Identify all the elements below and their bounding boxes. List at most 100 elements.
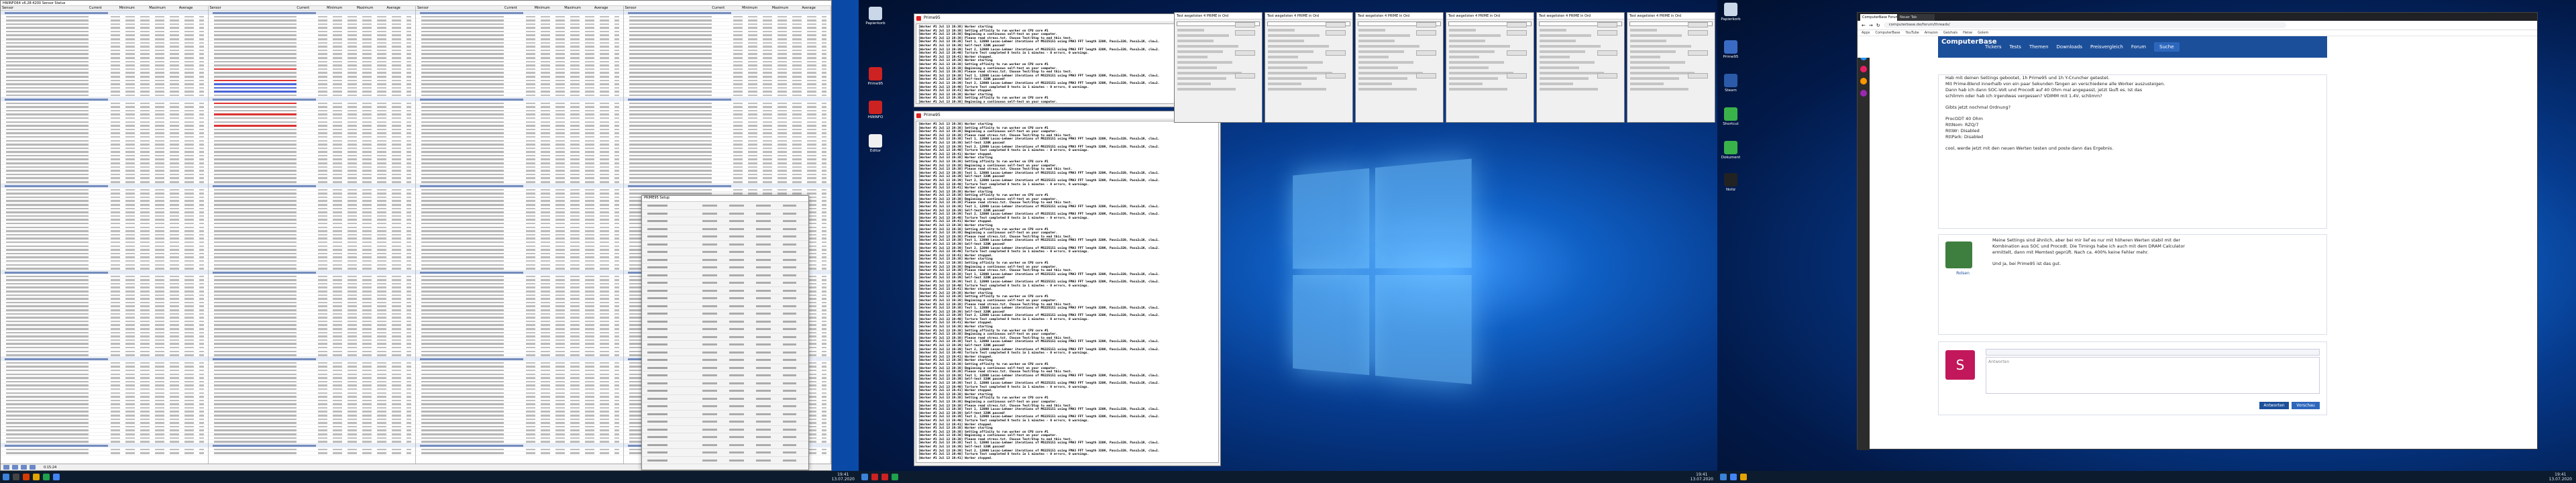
nav-themen[interactable]: Themen <box>2029 44 2049 50</box>
setup-row[interactable] <box>642 402 808 411</box>
bookmark-item[interactable]: Heise <box>1963 31 1972 35</box>
option-button[interactable] <box>1235 22 1255 28</box>
post-author[interactable]: Rolsen <box>1943 271 1983 276</box>
prime95-icon[interactable] <box>881 474 888 480</box>
setup-row[interactable] <box>642 411 808 419</box>
option-button[interactable] <box>1688 22 1708 28</box>
setup-row[interactable] <box>642 256 808 264</box>
option-button[interactable] <box>1507 30 1527 36</box>
option-button[interactable] <box>1597 73 1617 78</box>
reload-icon[interactable]: ↻ <box>1876 23 1880 28</box>
start-icon[interactable] <box>861 474 868 480</box>
desktop-icon[interactable]: Papierkorb <box>1717 3 1744 21</box>
column-header[interactable]: Current <box>503 6 533 10</box>
setup-row[interactable] <box>642 380 808 388</box>
bookmark-item[interactable]: Apps <box>1862 31 1870 35</box>
sensor-row[interactable] <box>416 451 623 455</box>
sensor-row[interactable] <box>1 451 208 455</box>
browser-window[interactable]: ComputerBase Forum Neuer Tab ← → ↻ compu… <box>1857 12 2538 449</box>
setup-row[interactable] <box>642 241 808 249</box>
clock[interactable]: 19:41 13.07.2020 <box>832 472 855 482</box>
app-icon[interactable] <box>43 474 50 480</box>
option-button[interactable] <box>1507 73 1527 78</box>
bookmark-item[interactable]: Golem <box>1978 31 1988 35</box>
option-button[interactable] <box>1507 22 1527 28</box>
column-header[interactable]: Current <box>710 6 741 10</box>
hwinfo-window[interactable]: HWiNFO64 v6.28-4200 Sensor Status Sensor… <box>0 0 832 471</box>
search-icon[interactable] <box>13 474 19 480</box>
desktop-icon[interactable]: Shortcut <box>1717 107 1744 126</box>
setup-dialog[interactable]: PRIME95 Setup <box>641 195 809 470</box>
desktop-icon[interactable]: HWiNFO <box>862 101 889 119</box>
reply-textarea[interactable]: Antworten <box>1986 357 2320 394</box>
app-icon[interactable] <box>23 474 30 480</box>
setup-row[interactable] <box>642 294 808 303</box>
app-icon[interactable] <box>1860 78 1867 85</box>
setup-row[interactable] <box>642 279 808 287</box>
setup-row[interactable] <box>642 349 808 357</box>
column-header[interactable]: Average <box>800 6 830 10</box>
option-button[interactable] <box>1688 73 1708 78</box>
column-header[interactable]: Sensor <box>209 6 296 10</box>
column-header[interactable]: Average <box>593 6 623 10</box>
setup-row[interactable] <box>642 364 808 372</box>
column-header[interactable]: Minimum <box>118 6 148 10</box>
option-button[interactable] <box>1416 30 1436 36</box>
test-window[interactable]: Test wegelisten 4 PRIME in Ord <box>1536 12 1625 123</box>
option-button[interactable] <box>1688 30 1708 36</box>
column-header[interactable]: Maximum <box>148 6 178 10</box>
user-avatar[interactable] <box>1945 241 1972 268</box>
column-header[interactable]: Current <box>295 6 325 10</box>
column-header[interactable]: Maximum <box>771 6 801 10</box>
setup-row[interactable] <box>642 217 808 225</box>
folder-icon[interactable] <box>1740 474 1747 480</box>
option-button[interactable] <box>1597 30 1617 36</box>
setup-row[interactable] <box>642 202 808 210</box>
preview-button[interactable]: Vorschau <box>2292 402 2320 409</box>
test-window[interactable]: Test wegelisten 4 PRIME in Ord <box>1446 12 1534 123</box>
option-button[interactable] <box>1507 50 1527 56</box>
setup-row[interactable] <box>642 325 808 333</box>
setup-row[interactable] <box>642 318 808 326</box>
column-header[interactable]: Current <box>88 6 118 10</box>
bookmark-item[interactable]: Amazon <box>1925 31 1938 35</box>
setup-row[interactable] <box>642 233 808 241</box>
desktop-icon[interactable]: Prime95 <box>862 67 889 86</box>
setup-row[interactable] <box>642 248 808 256</box>
setup-row[interactable] <box>642 303 808 311</box>
desktop-icon[interactable]: Editor <box>862 134 889 153</box>
column-header[interactable]: Average <box>385 6 415 10</box>
column-header[interactable]: Maximum <box>356 6 386 10</box>
start-icon[interactable] <box>1720 474 1727 480</box>
setup-row[interactable] <box>642 441 808 449</box>
setup-row[interactable] <box>642 387 808 395</box>
column-header[interactable]: Minimum <box>741 6 771 10</box>
column-header[interactable]: Maximum <box>563 6 593 10</box>
toolbar-arrows-icon[interactable] <box>3 465 9 470</box>
setup-row[interactable] <box>642 225 808 233</box>
setup-row[interactable] <box>642 287 808 295</box>
option-button[interactable] <box>1326 50 1346 56</box>
test-window[interactable]: Test wegelisten 4 PRIME in Ord <box>1355 12 1444 123</box>
nav-downloads[interactable]: Downloads <box>2057 44 2082 50</box>
option-button[interactable] <box>1688 50 1708 56</box>
option-button[interactable] <box>1597 22 1617 28</box>
instagram-icon[interactable] <box>1860 66 1867 72</box>
prime95-icon[interactable] <box>871 474 878 480</box>
setup-row[interactable] <box>642 433 808 441</box>
nav-tests[interactable]: Tests <box>2010 44 2021 50</box>
option-button[interactable] <box>1416 73 1436 78</box>
option-button[interactable] <box>1326 73 1346 78</box>
toolbar-close-icon[interactable] <box>30 465 36 470</box>
clock[interactable]: 19:41 13.07.2020 <box>2549 472 2572 482</box>
setup-row[interactable] <box>642 210 808 218</box>
bookmark-item[interactable]: Geizhals <box>1943 31 1957 35</box>
setup-row[interactable] <box>642 272 808 280</box>
option-button[interactable] <box>1235 50 1255 56</box>
setup-row[interactable] <box>642 426 808 434</box>
url-input[interactable]: computerbase.de/forum/threads/ <box>1884 22 2286 28</box>
setup-row[interactable] <box>642 310 808 318</box>
setup-row[interactable] <box>642 264 808 272</box>
setup-row[interactable] <box>642 418 808 426</box>
nav-preisvergleich[interactable]: Preisvergleich <box>2090 44 2123 50</box>
